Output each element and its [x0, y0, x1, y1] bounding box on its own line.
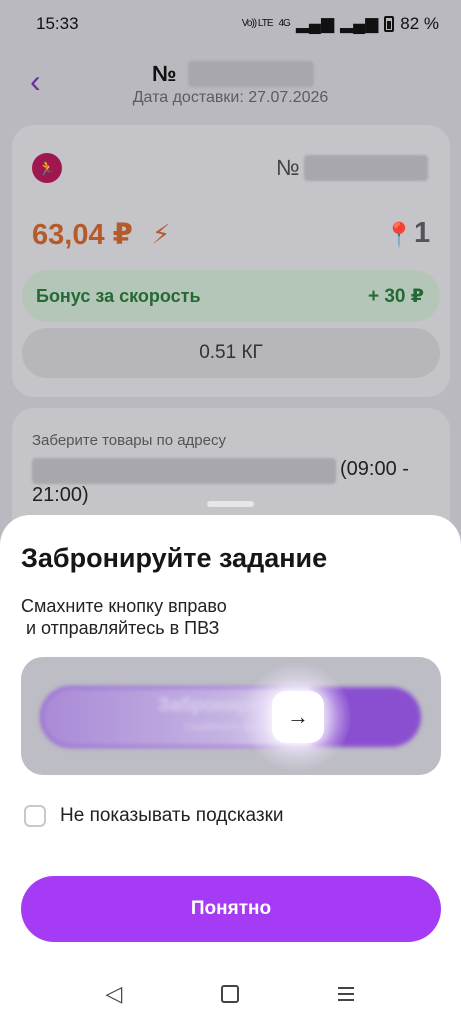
bonus-value: + 30 ₽: [367, 285, 424, 307]
pickup-hours-start: (09:00 -: [340, 458, 409, 480]
status-icons: Vo)) LTE 4G ▂▄▆ ▂▄▆ 82 %: [242, 14, 439, 34]
signal-icon-2: ▂▄▆: [340, 14, 379, 33]
order-number-prefix: №: [152, 61, 177, 86]
status-time: 15:33: [36, 14, 79, 33]
triangle-back-icon: ◁: [105, 981, 123, 1006]
battery-level: 82 %: [400, 14, 439, 33]
points-count: 1: [414, 217, 431, 249]
sheet-drag-handle[interactable]: [207, 501, 254, 507]
weight-badge: 0.51 КГ: [22, 328, 440, 378]
menu-icon: [338, 987, 354, 1001]
sheet-title: Забронируйте задание: [21, 543, 328, 573]
pickup-address-redacted: [32, 458, 336, 484]
onboarding-sheet: Забронируйте задание Смахните кнопку впр…: [0, 515, 461, 1024]
volte-icon: Vo)) LTE: [241, 18, 274, 29]
nav-menu-button[interactable]: [326, 976, 366, 1012]
task-number-redacted: [304, 155, 428, 181]
task-number-prefix: №: [276, 155, 300, 180]
confirm-button[interactable]: Понятно: [21, 876, 441, 942]
runner-icon: 🏃: [32, 153, 62, 183]
battery-icon: [384, 16, 395, 32]
pickup-hours-end: 21:00): [32, 484, 89, 506]
network-type: 4G: [278, 18, 291, 29]
swipe-demo: Забронировать Свайпните вправо →: [21, 657, 441, 775]
arrow-right-icon: →: [287, 704, 309, 729]
status-bar: 15:33 Vo)) LTE 4G ▂▄▆ ▂▄▆ 82 %: [0, 0, 461, 48]
nav-home-button[interactable]: [210, 976, 250, 1012]
page-header: ‹ № Дата доставки: 27.07.2026: [0, 55, 461, 115]
slider-sublabel: Свайпните вправо: [183, 721, 279, 733]
order-number-redacted: [188, 61, 314, 87]
map-pin-icon: 📍: [384, 222, 414, 249]
sheet-description: Смахните кнопку вправо и отправляйтесь в…: [21, 596, 227, 638]
nav-back-button[interactable]: ◁: [94, 976, 134, 1012]
hide-hints-option[interactable]: Не показывать подсказки: [24, 805, 284, 827]
hide-hints-checkbox[interactable]: [24, 805, 46, 827]
bonus-label: Бонус за скорость: [36, 285, 201, 306]
square-home-icon: [221, 985, 239, 1003]
slider-thumb[interactable]: →: [272, 691, 324, 743]
pickup-label: Заберите товары по адресу: [32, 432, 226, 449]
lightning-icon: ⚡: [152, 219, 171, 249]
system-nav-bar: ◁: [0, 960, 461, 1024]
task-card: 🏃 № 63,04 ₽ ⚡ 📍 1 Бонус за скорость + 30…: [12, 125, 450, 397]
signal-icon: ▂▄▆: [295, 14, 335, 33]
speed-bonus: Бонус за скорость + 30 ₽: [22, 270, 440, 322]
slider-label: Забронировать: [157, 695, 305, 716]
hide-hints-label: Не показывать подсказки: [60, 805, 284, 826]
delivery-date: Дата доставки: 27.07.2026: [132, 89, 329, 106]
task-price: 63,04 ₽: [32, 219, 133, 251]
